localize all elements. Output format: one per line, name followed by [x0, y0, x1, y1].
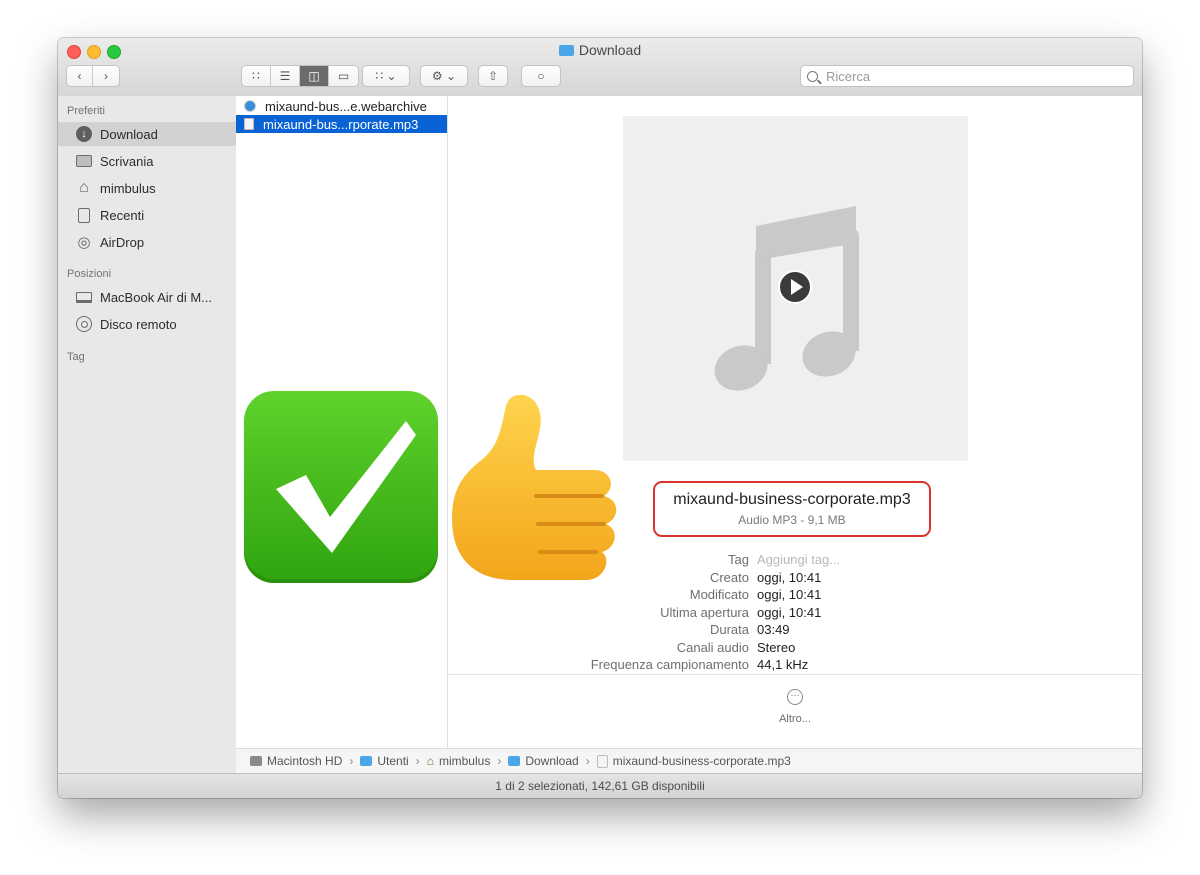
tag-button[interactable]: ○ — [521, 65, 561, 87]
sidebar: Preferiti ↓ Download Scrivania ⌂ mimbulu… — [58, 96, 237, 773]
audio-file-icon — [244, 118, 254, 130]
hard-drive-icon — [250, 756, 262, 766]
tag-icon: ○ — [537, 69, 545, 83]
preview-kind: Audio MP3 - 9,1 MB — [738, 513, 846, 527]
disc-icon — [76, 316, 92, 332]
sidebar-item-download[interactable]: ↓ Download — [58, 122, 236, 146]
home-icon: ⌂ — [79, 179, 89, 196]
more-button-label[interactable]: Altro... — [448, 713, 1142, 725]
back-button[interactable]: ‹ — [67, 66, 93, 86]
chevron-down-icon: ⌄ — [386, 69, 397, 83]
more-icon[interactable]: ··· — [787, 689, 803, 705]
add-tag-field[interactable]: Aggiungi tag... — [757, 552, 840, 567]
share-icon: ⇧ — [487, 69, 499, 83]
search-field[interactable]: Ricerca — [800, 65, 1134, 87]
locations-header: Posizioni — [67, 268, 112, 280]
path-item-mimbulus[interactable]: ⌂ mimbulus — [427, 754, 491, 768]
sidebar-item-mimbulus[interactable]: ⌂ mimbulus — [58, 176, 236, 200]
view-list-button[interactable]: ☰ — [271, 66, 300, 86]
meta-row-channels: Canali audio Stereo — [676, 639, 796, 655]
file-row-mp3[interactable]: mixaund-bus...rporate.mp3 — [236, 115, 447, 133]
download-icon: ↓ — [76, 126, 92, 142]
file-row-webarchive[interactable]: mixaund-bus...e.webarchive — [236, 97, 447, 115]
status-bar: 1 di 2 selezionati, 142,61 GB disponibil… — [58, 773, 1142, 798]
meta-row-sample-rate: Frequenza campionamento 44,1 kHz — [590, 657, 809, 672]
check-mark-icon — [244, 391, 438, 583]
meta-row-last-opened: Ultima apertura oggi, 10:41 — [660, 604, 822, 620]
grid-icon: ∷ — [375, 69, 384, 83]
nav-buttons: ‹ › — [66, 65, 120, 87]
search-icon — [807, 70, 818, 82]
window-title: Download — [58, 42, 1142, 58]
audio-file-icon — [596, 754, 608, 768]
meta-row-duration: Durata 03:49 — [709, 622, 790, 637]
laptop-icon — [76, 289, 92, 305]
toolbar: Download ‹ › ∷ ☰ ◫ ▭ ∷ ⌄ ⚙ ⌄ ⇧ ○ Ricerca — [58, 38, 1142, 97]
play-button[interactable] — [779, 271, 811, 303]
thumbs-up-icon — [444, 388, 634, 588]
path-separator-icon: › — [497, 754, 502, 768]
gallery-icon: ▭ — [337, 69, 350, 83]
sidebar-item-scrivania[interactable]: Scrivania — [58, 149, 236, 173]
divider — [448, 674, 1142, 675]
chevron-down-icon: ⌄ — [446, 69, 457, 83]
chevron-right-icon: › — [104, 69, 108, 83]
share-button[interactable]: ⇧ — [478, 65, 508, 87]
chevron-left-icon: ‹ — [77, 69, 82, 83]
path-item-download[interactable]: Download — [508, 754, 579, 768]
columns-icon: ◫ — [308, 69, 320, 83]
view-columns-button[interactable]: ◫ — [300, 66, 329, 86]
view-icons-button[interactable]: ∷ — [242, 66, 271, 86]
meta-row-modified: Modificato oggi, 10:41 — [689, 587, 822, 602]
grid-icon: ∷ — [252, 69, 260, 83]
recents-icon — [76, 207, 92, 223]
list-icon: ☰ — [279, 69, 291, 83]
action-button[interactable]: ⚙ ⌄ — [420, 65, 468, 87]
sidebar-item-macbook[interactable]: MacBook Air di M... — [58, 285, 236, 309]
album-art — [623, 116, 968, 461]
path-separator-icon: › — [349, 754, 354, 768]
path-item-utenti[interactable]: Utenti — [360, 754, 409, 768]
group-by-button[interactable]: ∷ ⌄ — [362, 65, 410, 87]
path-item-file[interactable]: mixaund-business-corporate.mp3 — [596, 754, 791, 768]
sidebar-item-recenti[interactable]: Recenti — [58, 203, 236, 227]
forward-button[interactable]: › — [93, 66, 119, 86]
path-separator-icon: › — [415, 754, 420, 768]
path-item-macintosh-hd[interactable]: Macintosh HD — [250, 754, 342, 768]
preview-filename: mixaund-business-corporate.mp3 — [673, 491, 911, 508]
folder-icon — [508, 756, 521, 766]
desktop-icon — [76, 153, 92, 169]
path-bar: Macintosh HD › Utenti › ⌂ mimbulus › Down… — [236, 748, 1142, 773]
home-icon: ⌂ — [426, 754, 434, 768]
gear-icon: ⚙ — [431, 69, 443, 83]
view-mode-control: ∷ ☰ ◫ ▭ — [241, 65, 359, 87]
view-gallery-button[interactable]: ▭ — [329, 66, 358, 86]
folder-icon — [360, 756, 373, 766]
path-separator-icon: › — [585, 754, 590, 768]
webarchive-file-icon — [244, 100, 256, 112]
favorites-header: Preferiti — [67, 105, 105, 117]
filename-highlight: mixaund-business-corporate.mp3 Audio MP3… — [653, 481, 931, 537]
tags-header: Tag — [67, 351, 85, 363]
sidebar-item-disco-remoto[interactable]: Disco remoto — [58, 312, 236, 336]
sidebar-item-airdrop[interactable]: ◎ AirDrop — [58, 230, 236, 254]
folder-icon — [558, 45, 574, 56]
airdrop-icon: ◎ — [77, 234, 91, 251]
